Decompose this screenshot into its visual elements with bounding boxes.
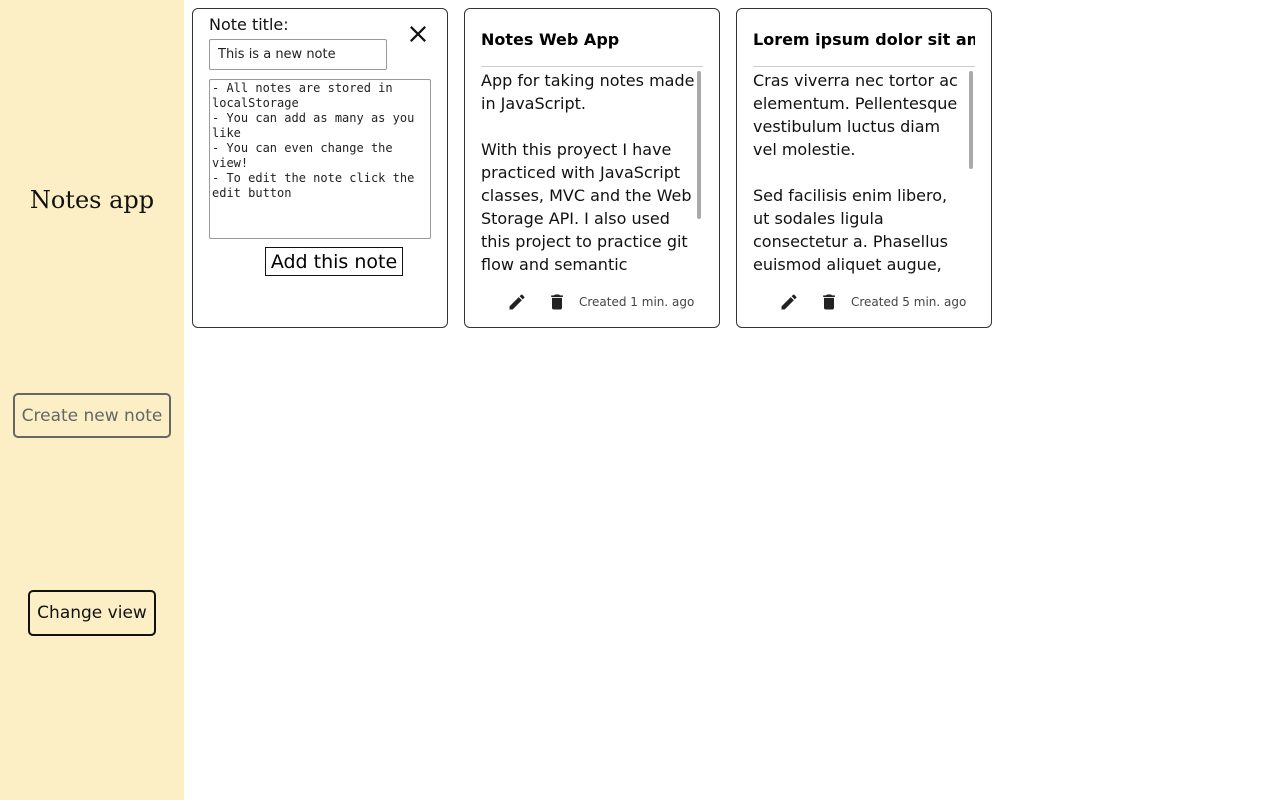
create-note-button[interactable]: Create new note	[13, 393, 171, 438]
note-title: Notes Web App	[481, 29, 703, 67]
note-footer: Created 1 min. ago	[505, 290, 694, 314]
created-timestamp: Created 5 min. ago	[851, 295, 967, 309]
note-card: Lorem ipsum dolor sit amet Cras viverra …	[736, 8, 992, 328]
note-title-input[interactable]	[209, 39, 387, 70]
change-view-button[interactable]: Change view	[28, 590, 156, 636]
note-body-textarea[interactable]: - All notes are stored in localStorage -…	[209, 79, 431, 239]
note-title: Lorem ipsum dolor sit amet	[753, 29, 975, 67]
note-title-label: Note title:	[209, 15, 289, 34]
edit-icon[interactable]	[777, 290, 801, 314]
delete-icon[interactable]	[817, 290, 841, 314]
note-body: Cras viverra nec tortor ac elementum. Pe…	[753, 71, 958, 274]
close-icon[interactable]	[407, 23, 429, 45]
created-timestamp: Created 1 min. ago	[579, 295, 695, 309]
new-note-form: Note title: - All notes are stored in lo…	[192, 8, 448, 328]
delete-icon[interactable]	[545, 290, 569, 314]
note-footer: Created 5 min. ago	[777, 290, 966, 314]
edit-icon[interactable]	[505, 290, 529, 314]
app-title: Notes app	[29, 186, 155, 214]
note-body: App for taking notes made in JavaScript.…	[481, 71, 695, 274]
note-scrollbar[interactable]	[697, 71, 701, 219]
sidebar: Notes app Create new note Change view	[0, 0, 184, 800]
note-scrollbar[interactable]	[969, 71, 973, 169]
add-note-button[interactable]: Add this note	[265, 247, 403, 276]
note-card: Notes Web App App for taking notes made …	[464, 8, 720, 328]
